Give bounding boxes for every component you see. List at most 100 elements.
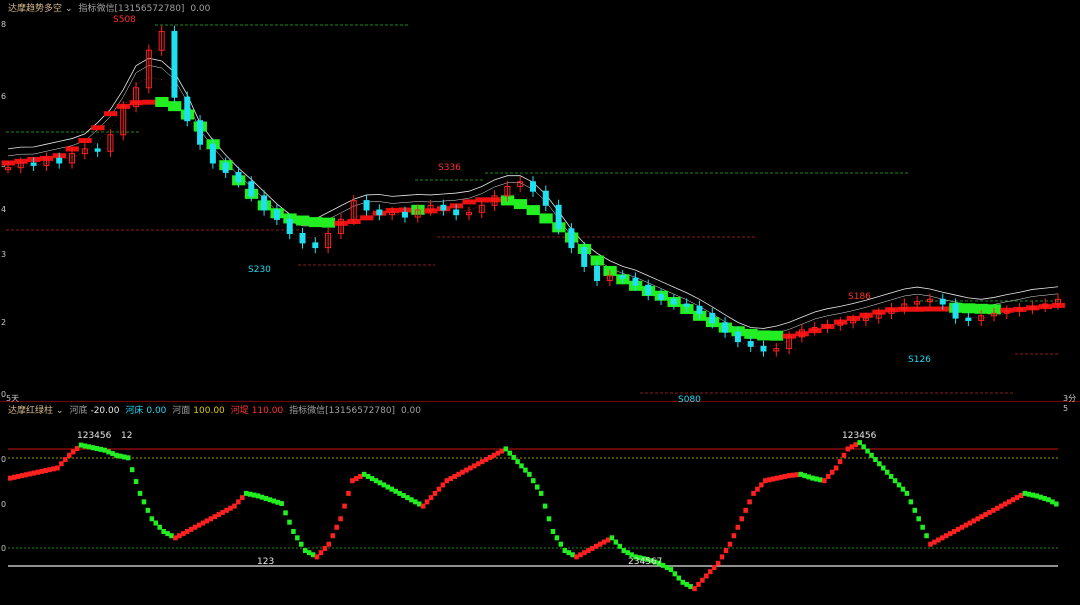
candle xyxy=(376,204,383,221)
osc-segment xyxy=(377,480,383,486)
osc-segment xyxy=(358,473,363,479)
osc-segment xyxy=(967,520,973,526)
he-di2-value: 110.00 xyxy=(251,406,284,416)
candle-body xyxy=(56,157,63,164)
signal-label: S230 xyxy=(248,265,271,275)
osc-segment xyxy=(361,471,367,477)
osc-segment xyxy=(1050,499,1055,505)
osc-segment xyxy=(224,507,229,513)
osc-segment xyxy=(766,477,772,483)
count-label: 12 xyxy=(121,431,133,441)
osc-segment xyxy=(338,516,343,522)
sub-indicator-name[interactable]: 达摩红绿柱 xyxy=(8,406,53,416)
osc-segment xyxy=(700,577,705,583)
candle xyxy=(43,152,50,171)
candle-body xyxy=(286,218,293,234)
osc-segment xyxy=(822,478,827,484)
signal-label: S126 xyxy=(908,355,931,365)
osc-segment xyxy=(63,457,68,463)
osc-segment xyxy=(133,479,139,485)
osc-segment xyxy=(534,484,540,490)
osc-segment xyxy=(444,478,450,484)
osc-segment xyxy=(546,516,552,522)
osc-segment xyxy=(932,539,937,545)
osc-segment xyxy=(1046,497,1051,503)
osc-segment xyxy=(232,503,237,509)
candle-body xyxy=(594,265,601,281)
ribbon-segment xyxy=(104,111,118,117)
osc-segment xyxy=(405,495,410,501)
candle xyxy=(478,199,485,218)
osc-segment xyxy=(291,528,296,534)
ribbon-segment xyxy=(462,199,476,205)
osc-segment xyxy=(169,533,174,539)
osc-segment xyxy=(825,473,831,479)
osc-segment xyxy=(1038,494,1043,500)
osc-segment xyxy=(200,520,206,526)
osc-segment xyxy=(888,473,894,479)
osc-segment xyxy=(833,465,839,471)
candle xyxy=(312,237,319,254)
osc-segment xyxy=(424,499,430,505)
price-chart[interactable] xyxy=(0,0,1080,402)
osc-segment xyxy=(558,541,564,547)
osc-segment xyxy=(456,471,461,477)
candle xyxy=(337,213,344,240)
chevron-down-icon[interactable]: ⌄ xyxy=(56,406,64,416)
candle-body xyxy=(683,303,690,307)
osc-segment xyxy=(1010,497,1016,503)
candle-body xyxy=(952,303,959,319)
osc-segment xyxy=(428,495,434,501)
osc-segment xyxy=(845,446,851,452)
osc-segment xyxy=(873,457,878,463)
candle xyxy=(107,129,114,157)
count-label: 234567 xyxy=(628,557,663,567)
osc-segment xyxy=(782,473,788,479)
candle-body xyxy=(645,284,652,296)
candle-body xyxy=(760,345,767,352)
osc-segment xyxy=(884,469,890,475)
osc-segment xyxy=(920,524,925,530)
osc-segment xyxy=(165,531,170,537)
osc-segment xyxy=(19,473,25,479)
osc-segment xyxy=(43,468,48,474)
osc-segment xyxy=(739,516,744,522)
osc-segment xyxy=(228,505,233,511)
osc-segment xyxy=(177,533,182,539)
osc-segment xyxy=(314,554,320,560)
osc-segment xyxy=(106,449,111,455)
osc-segment xyxy=(664,564,670,570)
osc-segment xyxy=(912,507,918,513)
osc-tick-label: 0 xyxy=(1,544,7,553)
osc-segment xyxy=(342,503,347,509)
osc-segment xyxy=(523,467,528,473)
osc-segment xyxy=(318,550,324,556)
osc-segment xyxy=(582,550,587,556)
osc-segment xyxy=(1054,501,1059,507)
osc-segment xyxy=(999,503,1004,509)
osc-segment xyxy=(578,552,583,558)
he-mian-label: 河面 xyxy=(172,406,191,416)
osc-segment xyxy=(763,478,768,484)
osc-tick-label: 0 xyxy=(1,455,7,464)
ribbon-segment xyxy=(155,96,169,107)
ribbon-segment xyxy=(78,138,92,144)
osc-segment xyxy=(98,446,103,452)
osc-segment xyxy=(416,501,422,507)
osc-segment xyxy=(562,548,568,554)
candle xyxy=(465,206,472,221)
osc-segment xyxy=(287,519,292,525)
osc-segment xyxy=(47,467,52,473)
osc-segment xyxy=(900,486,906,492)
candle xyxy=(81,143,88,160)
candle-body xyxy=(299,233,306,244)
osc-segment xyxy=(389,486,394,492)
candle-body xyxy=(734,331,741,343)
ribbon-segment xyxy=(539,213,553,224)
candle-body xyxy=(670,298,677,305)
osc-segment xyxy=(401,493,406,499)
osc-segment xyxy=(243,490,249,496)
osc-segment xyxy=(743,507,748,513)
osc-segment xyxy=(527,471,532,477)
candle xyxy=(645,279,652,301)
